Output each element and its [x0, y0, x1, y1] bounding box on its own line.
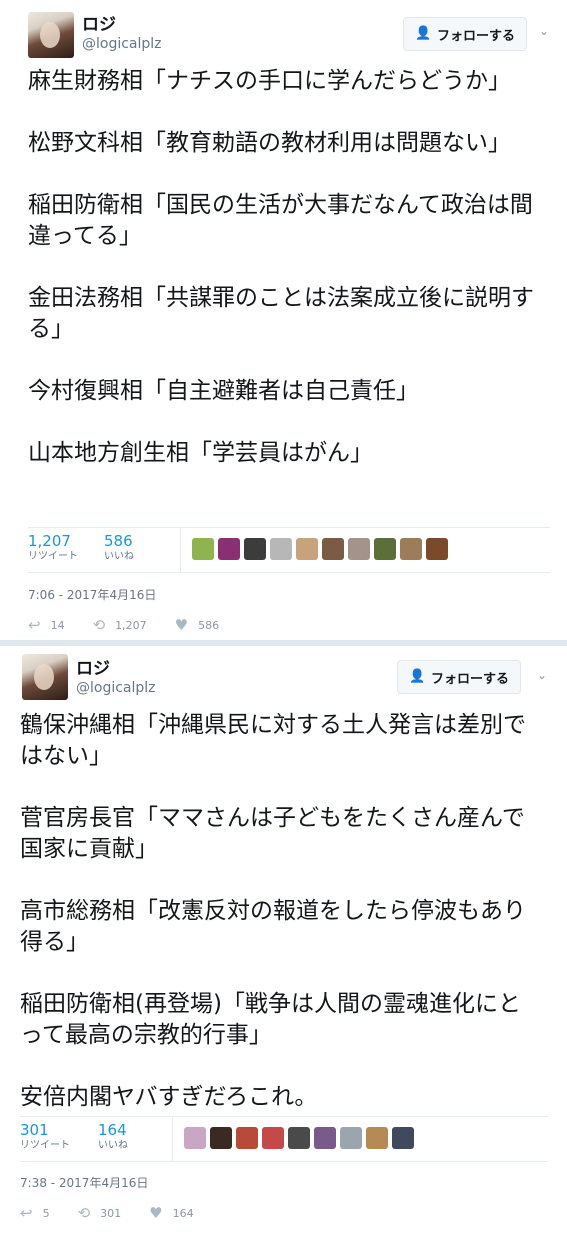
- follow-button-label: フォローする: [430, 671, 509, 687]
- display-name[interactable]: ロジ: [82, 10, 116, 35]
- chevron-down-icon[interactable]: ⌄: [537, 668, 551, 682]
- liker-avatar[interactable]: [296, 538, 318, 560]
- reply-count: 5: [42, 1206, 50, 1220]
- retweet-icon: ⟲: [77, 1204, 91, 1222]
- liker-avatar[interactable]: [210, 1127, 232, 1149]
- retweet-button[interactable]: ⟲ 301: [78, 1204, 122, 1222]
- liker-avatar[interactable]: [340, 1127, 362, 1149]
- like-button[interactable]: ♥ 586: [175, 616, 219, 634]
- like-label: いいね: [104, 551, 134, 562]
- tweet-stats: 301 リツイート 164 いいね: [20, 1116, 548, 1162]
- liker-avatar[interactable]: [184, 1127, 206, 1149]
- retweet-stat[interactable]: 1,207 リツイート: [28, 532, 78, 564]
- retweet-icon: ⟲: [92, 616, 106, 634]
- tweet-actions: ↩ 14 ⟲ 1,207 ♥ 586: [28, 616, 247, 634]
- liker-avatar[interactable]: [366, 1127, 388, 1149]
- reply-icon: ↩: [20, 1204, 33, 1222]
- person-plus-icon: 👤: [408, 669, 426, 684]
- like-stat[interactable]: 586 いいね: [104, 532, 134, 564]
- chevron-down-icon[interactable]: ⌄: [539, 24, 553, 38]
- reply-icon: ↩: [28, 616, 41, 634]
- tweet-text: 麻生財務相「ナチスの手口に学んだらどうか」 松野文科相「教育勅語の教材利用は問題…: [28, 68, 534, 466]
- heart-icon: ♥: [174, 616, 189, 634]
- avatar[interactable]: [22, 654, 68, 700]
- like-count: 586: [104, 532, 133, 550]
- reply-button[interactable]: ↩ 14: [28, 616, 65, 634]
- display-name[interactable]: ロジ: [76, 654, 110, 679]
- liker-avatar[interactable]: [400, 538, 422, 560]
- liker-avatar[interactable]: [322, 538, 344, 560]
- liker-avatar[interactable]: [270, 538, 292, 560]
- liker-avatar[interactable]: [244, 538, 266, 560]
- liker-avatar[interactable]: [236, 1127, 258, 1149]
- retweet-action-count: 1,207: [115, 618, 147, 632]
- tweet-text: 鶴保沖縄相「沖縄県民に対する土人発言は差別ではない」 菅官房長官「ママさんは子ど…: [20, 712, 526, 1110]
- heart-icon: ♥: [149, 1204, 163, 1222]
- like-count: 164: [98, 1121, 127, 1139]
- liker-avatar[interactable]: [348, 538, 370, 560]
- liker-avatar[interactable]: [288, 1127, 310, 1149]
- like-label: いいね: [98, 1140, 128, 1151]
- like-action-count: 586: [198, 618, 220, 632]
- liker-avatar[interactable]: [262, 1127, 284, 1149]
- follow-button[interactable]: 👤 フォローする: [397, 660, 521, 694]
- tweet-stats: 1,207 リツイート 586 いいね: [28, 527, 550, 573]
- retweet-label: リツイート: [20, 1140, 70, 1151]
- liker-avatar[interactable]: [374, 538, 396, 560]
- tweet-card: ロジ @logicalplz 👤 フォローする ⌄ 鶴保沖縄相「沖縄県民に対する…: [0, 646, 567, 1244]
- user-handle[interactable]: @logicalplz: [82, 36, 162, 52]
- liker-avatar[interactable]: [392, 1127, 414, 1149]
- user-handle[interactable]: @logicalplz: [76, 680, 156, 696]
- retweet-stat[interactable]: 301 リツイート: [20, 1121, 70, 1153]
- tweet-card: ロジ @logicalplz 👤 フォローする ⌄ 麻生財務相「ナチスの手口に学…: [0, 0, 567, 640]
- retweet-action-count: 301: [100, 1206, 122, 1220]
- tweet-timestamp[interactable]: 7:38 - 2017年4月16日: [20, 1174, 148, 1191]
- liker-avatar[interactable]: [192, 538, 214, 560]
- liker-avatar[interactable]: [426, 538, 448, 560]
- tweet-actions: ↩ 5 ⟲ 301 ♥ 164: [20, 1204, 222, 1222]
- stats-divider: [180, 528, 181, 572]
- person-plus-icon: 👤: [414, 26, 432, 41]
- liker-avatars: [184, 1127, 414, 1149]
- avatar[interactable]: [28, 12, 74, 58]
- reply-button[interactable]: ↩ 5: [20, 1204, 50, 1222]
- like-stat[interactable]: 164 いいね: [98, 1121, 128, 1153]
- follow-button-label: フォローする: [436, 28, 515, 44]
- retweet-count: 1,207: [28, 532, 71, 550]
- retweet-button[interactable]: ⟲ 1,207: [93, 616, 147, 634]
- like-button[interactable]: ♥ 164: [149, 1204, 193, 1222]
- retweet-label: リツイート: [28, 551, 78, 562]
- stats-divider: [172, 1117, 173, 1161]
- liker-avatars: [192, 538, 448, 560]
- retweet-count: 301: [20, 1121, 49, 1139]
- tweet-timestamp[interactable]: 7:06 - 2017年4月16日: [28, 586, 156, 603]
- follow-button[interactable]: 👤 フォローする: [403, 17, 527, 51]
- reply-count: 14: [50, 618, 65, 632]
- liker-avatar[interactable]: [314, 1127, 336, 1149]
- liker-avatar[interactable]: [218, 538, 240, 560]
- like-action-count: 164: [172, 1206, 194, 1220]
